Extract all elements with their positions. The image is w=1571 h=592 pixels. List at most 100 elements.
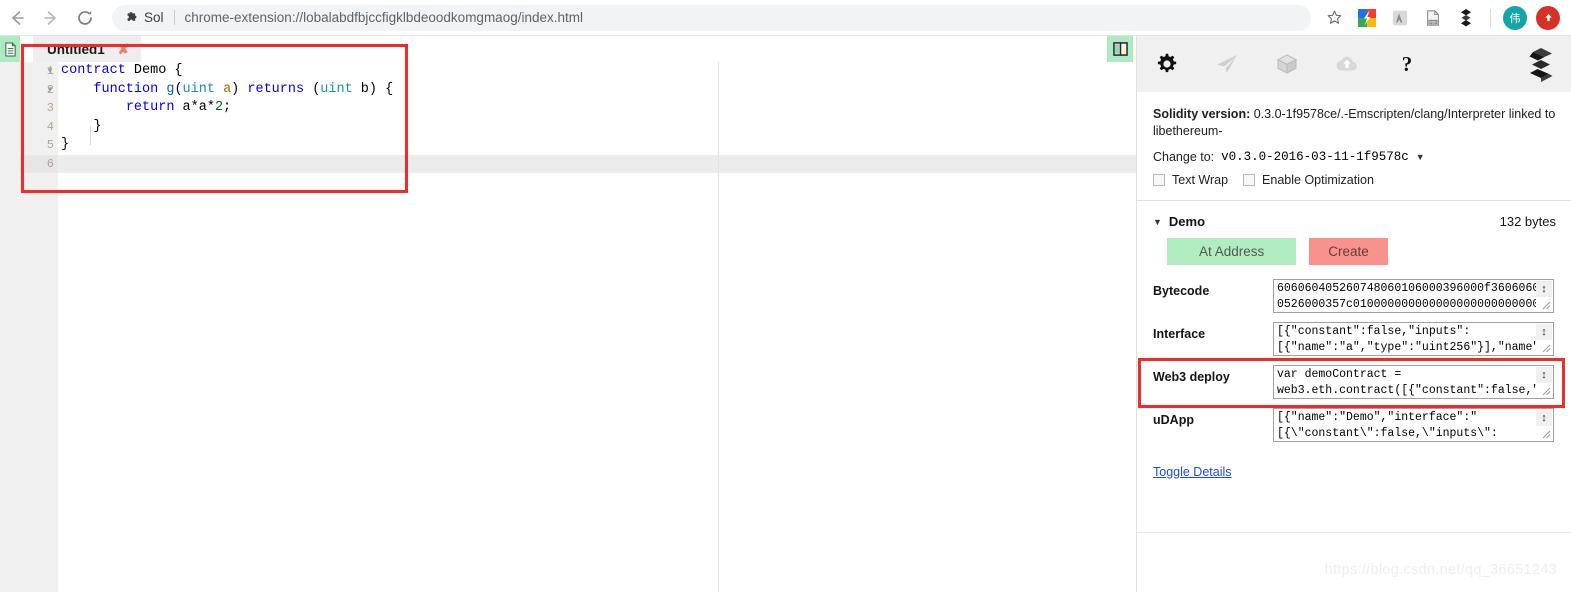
contract-size: 132 bytes [1499, 214, 1556, 229]
at-address-button[interactable]: At Address [1167, 238, 1297, 265]
contract-action-buttons: At Address Create [1153, 238, 1556, 265]
resize-grip-icon[interactable] [1536, 426, 1552, 440]
create-button[interactable]: Create [1309, 238, 1388, 265]
pdf-adobe-extension-icon [1392, 10, 1408, 25]
fold-toggle [42, 155, 58, 174]
document-file-icon [4, 41, 16, 57]
code-token: ; [223, 100, 232, 115]
bookmark-star-icon [1327, 10, 1341, 24]
code-token: uint [320, 81, 353, 97]
extension-icon-button-2[interactable] [1385, 3, 1415, 33]
package-box-icon [1276, 54, 1298, 74]
field-row: uDApp [{"name":"Demo","interface":" [{\"c… [1153, 408, 1556, 442]
field-label-udapp: uDApp [1153, 413, 1194, 427]
enable-optimization-label: Enable Optimization [1262, 173, 1374, 187]
fold-toggle [42, 99, 58, 118]
scroll-up-down-arrows-icon[interactable]: ↕ [1536, 367, 1552, 383]
toggle-details-link[interactable]: Toggle Details [1153, 465, 1232, 479]
code-token: a [223, 81, 232, 97]
panel-body: Solidity version: 0.3.0-1f9578ce/.-Emscr… [1137, 92, 1571, 532]
contract-header[interactable]: ▼ Demo 132 bytes [1153, 214, 1556, 229]
scroll-up-down-arrows-icon[interactable]: ↕ [1536, 324, 1552, 340]
chevron-down-icon: ▼ [46, 84, 54, 94]
scroll-up-down-arrows-icon[interactable]: ↕ [1536, 281, 1552, 297]
swarm-extension-icon [1461, 8, 1471, 26]
extension-badge: Sol [126, 10, 164, 25]
back-button[interactable] [0, 1, 34, 35]
reload-button[interactable] [68, 1, 102, 35]
arrow-left-icon [12, 10, 24, 25]
code-token: ( [174, 81, 183, 97]
field-textarea-interface[interactable]: [{"constant":false,"inputs": [{"name":"a… [1273, 322, 1554, 356]
panel-header-toolbar: ? [1137, 36, 1571, 92]
text-wrap-checkbox[interactable] [1153, 174, 1165, 186]
field-textarea-udapp[interactable]: [{"name":"Demo","interface":" [{\"consta… [1273, 408, 1554, 442]
code-line: contract Demo { [58, 62, 1136, 81]
code-token: } [61, 137, 70, 152]
code-token: a*a* [174, 100, 215, 115]
field-row: Web3 deploy var demoContract = web3.eth.c… [1153, 365, 1556, 399]
extension-icon-button-1[interactable] [1352, 3, 1382, 33]
code-token: ) [231, 81, 248, 97]
extension-icon-button-4[interactable] [1451, 3, 1481, 33]
publish-cloud-button[interactable] [1317, 36, 1377, 92]
package-button[interactable] [1257, 36, 1317, 92]
fold-toggle[interactable]: ▼ [42, 62, 58, 81]
fold-toggle [42, 118, 58, 137]
close-x-icon[interactable]: ✘ [118, 42, 130, 56]
panel-layout-toggle-button[interactable] [1107, 36, 1133, 62]
change-to-label: Change to: [1153, 150, 1215, 164]
omnibox-separator [173, 10, 175, 25]
code-line: } [58, 136, 1136, 155]
solidity-version-label: Solidity version: [1153, 107, 1251, 121]
field-value: [{"name":"Demo","interface":" [{\"consta… [1277, 411, 1498, 440]
help-button[interactable]: ? [1377, 36, 1437, 92]
browser-toolbar: Sol chrome-extension://lobalabdfbjccfigk… [0, 0, 1571, 36]
profile-avatar-button[interactable]: 伟 [1500, 3, 1530, 33]
field-textarea-web3-deploy[interactable]: var demoContract = web3.eth.contract([{"… [1273, 365, 1554, 399]
code-fold-column: ▼ ▼ [42, 62, 58, 592]
panel-layout-toggle-icon [1112, 42, 1128, 56]
url-text: chrome-extension://lobalabdfbjccfigklbde… [184, 10, 583, 25]
editor-tab-bar: Untitled1 ✘ [20, 36, 1136, 62]
field-textarea-bytecode[interactable]: 606060405260748060106000396000f36060604 … [1273, 279, 1554, 313]
run-send-button[interactable] [1197, 36, 1257, 92]
code-content-area[interactable]: contract Demo { function g(uint a) retur… [58, 62, 1136, 592]
scroll-up-down-arrows-icon[interactable]: ↕ [1536, 410, 1552, 426]
version-select-value[interactable]: v0.3.0-2016-03-11-1f9578c [1221, 150, 1409, 164]
chrome-menu-button[interactable] [1533, 3, 1563, 33]
code-lines: contract Demo { function g(uint a) retur… [58, 62, 1136, 173]
resize-grip-icon[interactable] [1536, 297, 1552, 311]
options-row: Text Wrap Enable Optimization [1153, 173, 1556, 187]
chevron-down-icon: ▼ [46, 66, 54, 76]
field-value: [{"constant":false,"inputs": [{"name":"a… [1277, 325, 1536, 354]
enable-optimization-checkbox[interactable] [1243, 174, 1256, 186]
text-wrap-label: Text Wrap [1172, 173, 1229, 187]
contract-detail-fields: Bytecode 606060405260748060106000396000f3… [1153, 279, 1556, 442]
code-line: return a*a*2; [58, 99, 1136, 118]
panel-divider [1137, 200, 1571, 201]
help-question-icon: ? [1401, 51, 1413, 76]
bookmark-star-button[interactable] [1319, 3, 1349, 33]
settings-button[interactable] [1137, 36, 1197, 92]
code-token: ( [304, 81, 321, 97]
extension-icon-button-3[interactable]: PDF [1418, 3, 1448, 33]
file-explorer-button[interactable] [0, 36, 20, 62]
browser-extension-toolbar: PDF 伟 [1319, 3, 1571, 33]
resize-grip-icon[interactable] [1536, 383, 1552, 397]
puzzle-piece-icon [127, 11, 137, 21]
toolbar-divider [1490, 8, 1491, 27]
forward-button[interactable] [34, 1, 68, 35]
chevron-down-icon[interactable]: ▼ [1416, 152, 1425, 162]
reload-icon [78, 10, 92, 25]
address-bar[interactable]: Sol chrome-extension://lobalabdfbjccfigk… [112, 4, 1311, 31]
editor-tab-untitled1[interactable]: Untitled1 ✘ [33, 36, 141, 62]
field-value: 606060405260748060106000396000f36060604 … [1277, 282, 1536, 311]
fold-toggle[interactable]: ▼ [42, 81, 58, 100]
cloud-upload-icon [1336, 56, 1357, 71]
resize-grip-icon[interactable] [1536, 340, 1552, 354]
code-token: return [125, 100, 175, 115]
arrow-right-icon [44, 10, 56, 25]
chevron-down-icon[interactable]: ▼ [1153, 217, 1162, 227]
code-editor[interactable]: Untitled1 ✘ 123456 ▼ ▼ contract Demo { fu… [20, 36, 1136, 592]
